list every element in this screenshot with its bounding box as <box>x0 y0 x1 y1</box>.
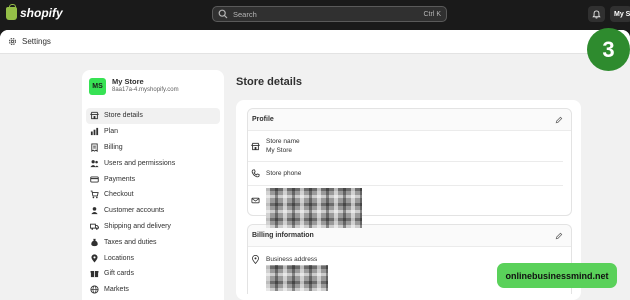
billing-title: Billing information <box>252 232 314 239</box>
settings-nav: Store details Plan Billing Users and per… <box>86 108 220 298</box>
sidebar-item-label: Markets <box>104 286 129 294</box>
bell-icon <box>592 9 601 19</box>
settings-title: Settings <box>22 37 51 46</box>
sidebar-item-locations[interactable]: Locations <box>86 250 220 266</box>
sidebar-item-users[interactable]: Users and permissions <box>86 155 220 171</box>
settings-sidebar: MS My Store 8aa17a-4.myshopify.com Store… <box>82 70 224 300</box>
top-bar: shopify Search Ctrl K My Sto <box>0 0 630 28</box>
brand-text: shopify <box>20 6 63 20</box>
gift-icon <box>90 271 99 278</box>
sidebar-item-label: Shipping and delivery <box>104 222 171 230</box>
avatar: MS <box>89 77 106 95</box>
user-menu-button[interactable]: My Sto <box>610 6 630 22</box>
phone-icon <box>251 169 260 178</box>
redacted-address <box>266 265 328 291</box>
sidebar-item-taxes[interactable]: Taxes and duties <box>86 234 220 250</box>
store-name-label: Store name <box>266 138 300 145</box>
payments-icon <box>90 176 99 183</box>
redacted-email <box>266 187 362 228</box>
sidebar-item-label: Locations <box>104 254 134 262</box>
settings-window: Settings MS My Store 8aa17a-4.myshopify.… <box>0 30 630 300</box>
store-name-row: Store name My Store <box>248 131 563 162</box>
sidebar-item-customer-accounts[interactable]: Customer accounts <box>86 203 220 219</box>
search-shortcut: Ctrl K <box>423 10 442 18</box>
truck-icon <box>90 223 99 230</box>
location-icon <box>252 255 259 264</box>
store-header[interactable]: MS My Store 8aa17a-4.myshopify.com <box>89 77 179 95</box>
store-domain: 8aa17a-4.myshopify.com <box>112 87 179 93</box>
sidebar-item-label: Checkout <box>104 191 134 199</box>
store-icon <box>90 112 99 120</box>
tax-icon <box>91 238 98 246</box>
notifications-button[interactable] <box>588 6 605 22</box>
profile-header: Profile <box>248 109 571 131</box>
page-title: Store details <box>236 76 303 88</box>
sidebar-item-label: Payments <box>104 175 136 183</box>
sidebar-item-markets[interactable]: Markets <box>86 282 220 298</box>
shopify-logo[interactable]: shopify <box>6 3 63 20</box>
sidebar-item-gift-cards[interactable]: Gift cards <box>86 266 220 282</box>
search-input[interactable]: Search Ctrl K <box>212 6 447 22</box>
store-phone-row: Store phone <box>248 162 563 186</box>
store-name: My Store <box>112 77 144 86</box>
sidebar-item-shipping[interactable]: Shipping and delivery <box>86 219 220 235</box>
cart-icon <box>90 191 99 199</box>
sidebar-item-label: Customer accounts <box>104 207 165 215</box>
store-icon <box>251 142 260 150</box>
edit-profile-button[interactable] <box>555 116 563 124</box>
users-icon <box>90 159 99 167</box>
sidebar-item-store-details[interactable]: Store details <box>86 108 220 124</box>
sidebar-item-plan[interactable]: Plan <box>86 124 220 140</box>
sidebar-item-label: Gift cards <box>104 270 134 278</box>
profile-title: Profile <box>252 116 274 123</box>
sidebar-item-label: Store details <box>104 112 143 120</box>
search-placeholder: Search <box>233 9 257 19</box>
sidebar-item-label: Users and permissions <box>104 159 176 167</box>
globe-icon <box>90 285 99 294</box>
watermark-label: onlinebusinessmind.net <box>497 263 617 288</box>
settings-header: Settings <box>0 30 630 54</box>
billing-header: Billing information <box>248 225 571 247</box>
sidebar-item-label: Plan <box>104 128 119 136</box>
edit-billing-button[interactable] <box>555 232 563 240</box>
profile-section: Profile Store name My Store Store phone <box>247 108 572 228</box>
email-icon <box>251 197 260 204</box>
plan-icon <box>90 128 99 136</box>
business-address-label: Business address <box>266 256 318 263</box>
sidebar-item-label: Billing <box>104 143 123 151</box>
sidebar-item-billing[interactable]: Billing <box>86 140 220 156</box>
store-name-value: My Store <box>266 147 293 154</box>
store-email-row <box>248 186 563 228</box>
sidebar-item-payments[interactable]: Payments <box>86 171 220 187</box>
gear-icon <box>8 37 17 46</box>
step-number-badge: 3 <box>587 28 630 71</box>
store-phone-label: Store phone <box>266 170 302 177</box>
sidebar-item-checkout[interactable]: Checkout <box>86 187 220 203</box>
customer-icon <box>91 207 98 215</box>
location-icon <box>91 253 98 263</box>
search-icon <box>218 9 228 19</box>
billing-icon <box>91 143 98 152</box>
sidebar-item-label: Taxes and duties <box>104 238 157 246</box>
shopify-bag-icon <box>6 3 17 20</box>
